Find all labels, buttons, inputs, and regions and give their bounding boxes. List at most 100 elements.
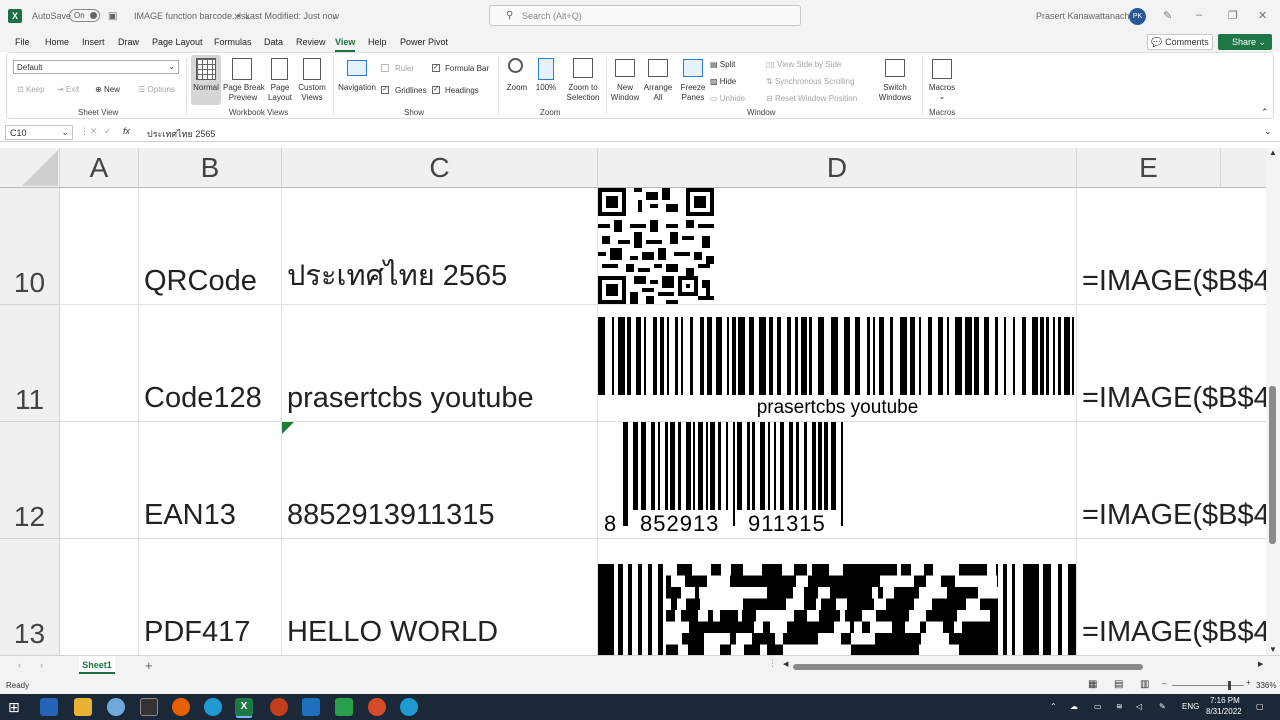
cell-c12[interactable]: 8852913911315: [282, 422, 598, 539]
cell-d11[interactable]: prasertcbs youtube: [598, 305, 1077, 422]
page-layout-icon[interactable]: ▤: [1114, 679, 1123, 690]
app-icon[interactable]: [368, 698, 386, 716]
zoom-out-icon[interactable]: –: [1162, 679, 1166, 688]
vscode-icon[interactable]: [302, 698, 320, 716]
language-indicator[interactable]: ENG: [1182, 702, 1199, 711]
pen-tray-icon[interactable]: ✎: [1159, 702, 1166, 711]
page-break-preview-button[interactable]: Page Break Preview: [223, 55, 265, 105]
cell-a12[interactable]: [60, 422, 139, 539]
formula-bar-checkbox[interactable]: ✓: [432, 64, 440, 72]
terminal-icon[interactable]: [140, 698, 158, 716]
normal-view-button[interactable]: Normal: [191, 55, 221, 105]
keep-button[interactable]: ⊡ Keep: [17, 85, 45, 94]
vertical-scroll-thumb[interactable]: [1269, 386, 1276, 544]
horizontal-scrollbar[interactable]: [783, 664, 1263, 671]
cell-e11[interactable]: =IMAGE($B$4: [1077, 305, 1266, 422]
scroll-right-icon[interactable]: ▶: [1258, 660, 1263, 668]
excel-taskbar-icon[interactable]: X: [235, 698, 253, 716]
formula-input[interactable]: ประเทศไทย 2565: [147, 127, 215, 141]
battery-icon[interactable]: ▭: [1094, 702, 1102, 711]
select-all-corner[interactable]: [0, 148, 60, 188]
split-button[interactable]: ▤ Split: [710, 60, 735, 69]
cell-c11[interactable]: prasertcbs youtube: [282, 305, 598, 422]
prev-sheet-icon[interactable]: ‹: [18, 660, 21, 670]
zoom-button[interactable]: Zoom: [503, 55, 531, 105]
cell-b13[interactable]: PDF417: [139, 539, 282, 655]
name-box[interactable]: C10 ⌄: [5, 125, 73, 140]
switch-windows-button[interactable]: Switch Windows: [874, 55, 916, 105]
page-layout-view-button[interactable]: Page Layout: [265, 55, 295, 105]
notifications-icon[interactable]: ▢: [1256, 702, 1264, 711]
cell-e12[interactable]: =IMAGE($B$4: [1077, 422, 1266, 539]
firefox-icon[interactable]: [172, 698, 190, 716]
row-header-11[interactable]: 11: [0, 305, 60, 422]
close-icon[interactable]: ✕: [1258, 9, 1267, 22]
cell-c13[interactable]: HELLO WORLD: [282, 539, 598, 655]
restore-icon[interactable]: ❐: [1228, 9, 1238, 22]
tab-view[interactable]: View: [335, 37, 356, 52]
reset-window-position-button[interactable]: ⊟ Reset Window Position: [766, 94, 857, 103]
tab-insert[interactable]: Insert: [82, 37, 105, 47]
custom-views-button[interactable]: Custom Views: [296, 55, 328, 105]
sheet-view-select[interactable]: Default ⌄: [13, 60, 179, 74]
cell-d10[interactable]: [598, 188, 1077, 305]
insert-function-icon[interactable]: fx: [123, 126, 130, 136]
clock-time[interactable]: 7:16 PM: [1210, 696, 1240, 705]
zoom-level[interactable]: 336%: [1256, 681, 1276, 690]
zoom-in-icon[interactable]: +: [1246, 678, 1251, 687]
onedrive-icon[interactable]: ☁: [1070, 702, 1078, 711]
tab-help[interactable]: Help: [368, 37, 387, 47]
avatar[interactable]: PK: [1129, 8, 1146, 25]
tray-chevron-icon[interactable]: ⌃: [1050, 702, 1057, 711]
freeze-panes-button[interactable]: Freeze Panes: [676, 55, 710, 105]
view-side-by-side-button[interactable]: ▯▯ View Side by Side: [766, 60, 841, 69]
cell-a13[interactable]: [60, 539, 139, 655]
minimize-icon[interactable]: –: [1196, 9, 1202, 21]
gridlines-checkbox[interactable]: ✓: [381, 86, 389, 94]
macros-button[interactable]: Macros ⌄: [927, 55, 957, 105]
column-header-c[interactable]: C: [282, 148, 598, 188]
page-break-icon[interactable]: ▥: [1140, 679, 1149, 690]
autosave-toggle[interactable]: On: [69, 9, 100, 22]
next-sheet-icon[interactable]: ›: [40, 660, 43, 670]
zoom-100-button[interactable]: 100%: [533, 55, 559, 105]
add-sheet-icon[interactable]: +: [145, 658, 153, 673]
column-header-a[interactable]: A: [60, 148, 139, 188]
cell-a11[interactable]: [60, 305, 139, 422]
column-header-e[interactable]: E: [1077, 148, 1221, 188]
new-window-button[interactable]: New Window: [610, 55, 640, 105]
ruler-checkbox[interactable]: [381, 64, 389, 72]
tab-split-icon[interactable]: ⋮: [768, 658, 777, 669]
navigation-button[interactable]: Navigation: [337, 55, 377, 105]
search-box[interactable]: ⚲ Search (Alt+Q): [489, 5, 801, 26]
last-modified[interactable]: Last Modified: Just now: [245, 11, 339, 21]
tab-formulas[interactable]: Formulas: [214, 37, 252, 47]
row-header-12[interactable]: 12: [0, 422, 60, 539]
cell-a10[interactable]: [60, 188, 139, 305]
unhide-button[interactable]: ▭ Unhide: [710, 94, 745, 103]
collapse-ribbon-icon[interactable]: ⌃: [1261, 107, 1269, 118]
cancel-icon[interactable]: ✕: [90, 126, 98, 137]
options-button[interactable]: ☰ Options: [138, 85, 175, 94]
chevron-down-icon[interactable]: ⌄: [331, 11, 339, 22]
column-header-b[interactable]: B: [139, 148, 282, 188]
cell-e13[interactable]: =IMAGE($B$4: [1077, 539, 1266, 655]
file-explorer-icon[interactable]: [74, 698, 92, 716]
tab-home[interactable]: Home: [45, 37, 69, 47]
vertical-scrollbar[interactable]: ▲ ▼: [1266, 148, 1280, 655]
more-icon[interactable]: ⋮: [80, 126, 89, 137]
share-button[interactable]: Share ⌄: [1218, 34, 1272, 50]
comments-button[interactable]: 💬 Comments: [1147, 34, 1213, 50]
tab-power-pivot[interactable]: Power Pivot: [400, 37, 448, 47]
wifi-icon[interactable]: ≋: [1116, 702, 1123, 711]
tab-review[interactable]: Review: [296, 37, 326, 47]
normal-view-icon[interactable]: ▦: [1088, 679, 1097, 690]
cell-b11[interactable]: Code128: [139, 305, 282, 422]
scroll-up-icon[interactable]: ▲: [1269, 148, 1277, 157]
arrange-all-button[interactable]: Arrange All: [643, 55, 673, 105]
cell-d13[interactable]: [598, 539, 1077, 655]
zoom-slider-thumb[interactable]: [1228, 681, 1231, 690]
cell-d12[interactable]: 8 852913 911315: [598, 422, 1077, 539]
clock-date[interactable]: 8/31/2022: [1206, 707, 1242, 716]
cell-c10[interactable]: ประเทศไทย 2565: [282, 188, 598, 305]
